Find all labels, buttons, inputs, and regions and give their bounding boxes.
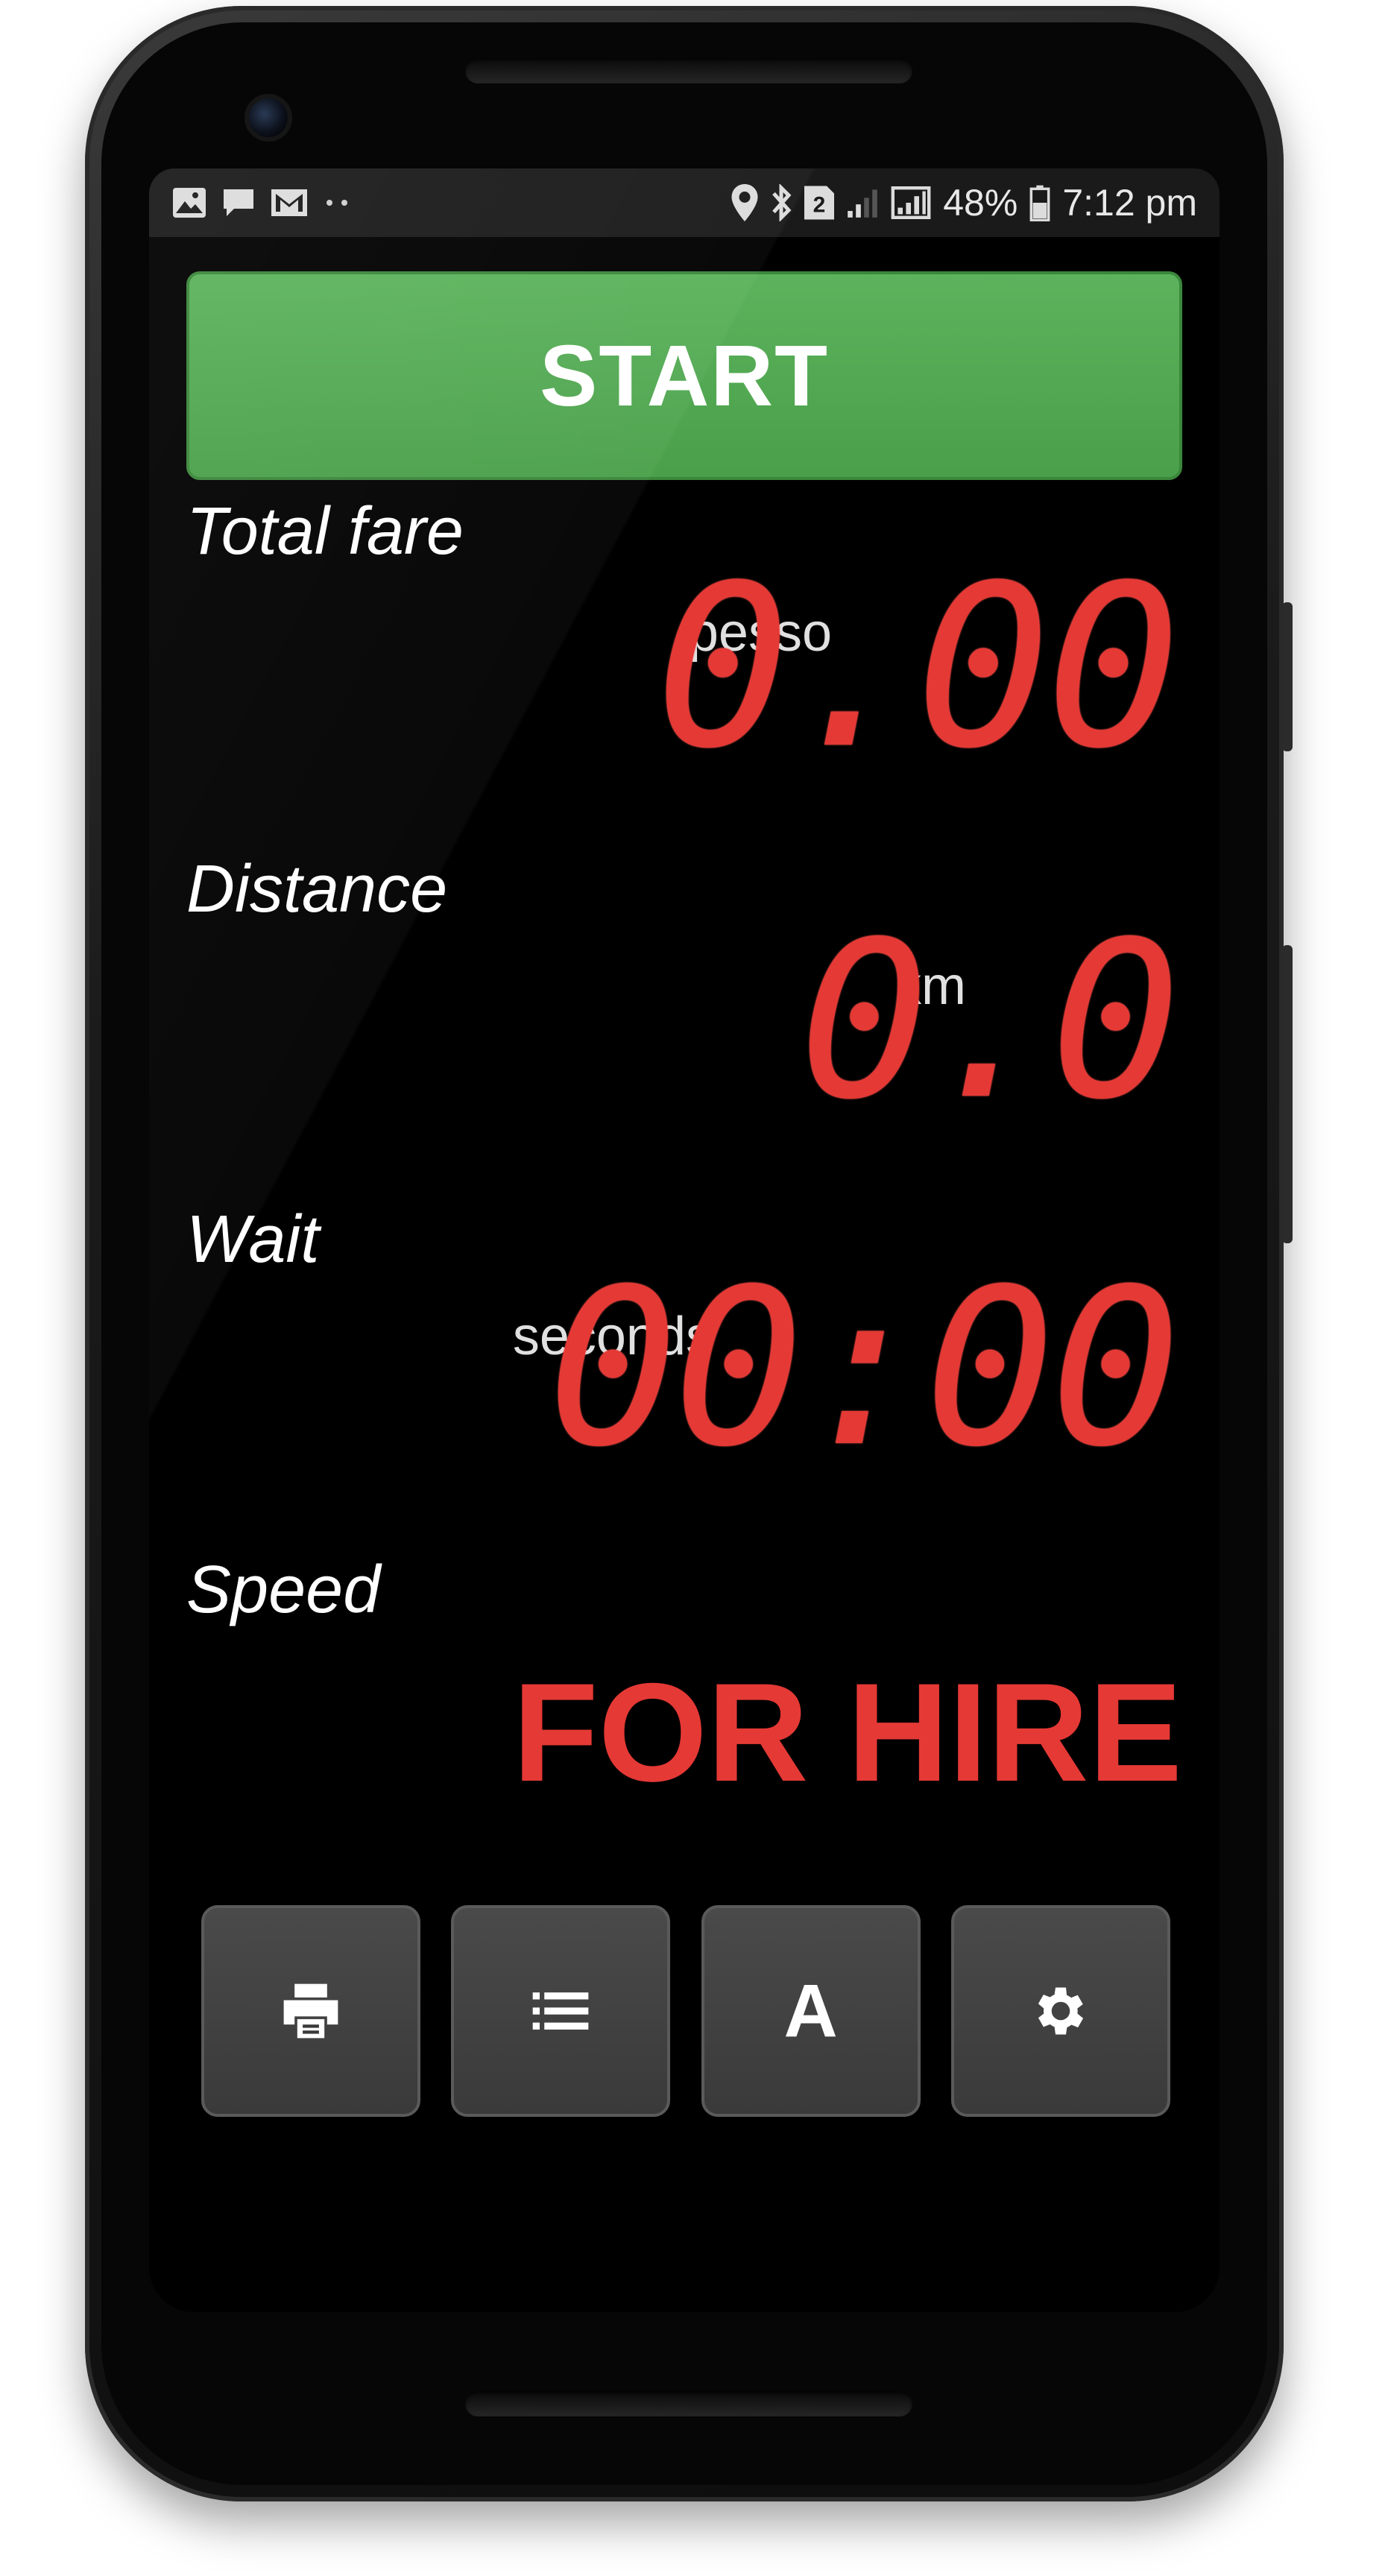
battery-percent: 48% (943, 182, 1018, 224)
message-icon (221, 186, 256, 219)
wait-label: Wait (186, 1202, 320, 1277)
font-button[interactable]: A (701, 1905, 921, 2117)
list-button[interactable] (451, 1905, 671, 2117)
distance-value: 0.0 (799, 896, 1181, 1147)
location-icon (731, 184, 758, 221)
print-icon (283, 1983, 338, 2039)
hire-status: FOR HIRE (512, 1654, 1182, 1811)
total-fare-label: Total fare (186, 494, 464, 569)
clock: 7:12 pm (1062, 182, 1197, 224)
font-icon: A (783, 1969, 838, 2053)
print-button[interactable] (201, 1905, 420, 2117)
start-button[interactable]: START (186, 271, 1182, 480)
speed-label: Speed (186, 1553, 381, 1627)
bottom-speaker (465, 2391, 912, 2416)
settings-button[interactable] (950, 1905, 1170, 2117)
volume-button (1282, 602, 1293, 751)
signal-weak-icon (846, 186, 879, 219)
signal-icon (891, 186, 931, 219)
wait-value: 00:00 (548, 1243, 1181, 1494)
gallery-icon (171, 186, 207, 219)
power-button (1282, 945, 1293, 1243)
app-screen: 2 48% 7:12 pm START Total fare pesso 0.0… (149, 168, 1220, 2312)
bluetooth-icon (770, 184, 792, 221)
status-bar: 2 48% 7:12 pm (149, 168, 1220, 237)
sim-2-icon: 2 (804, 186, 835, 220)
list-icon (532, 1992, 589, 2030)
fare-value: 0.00 (655, 537, 1181, 798)
front-camera (244, 94, 292, 142)
more-dots-icon (322, 195, 352, 210)
svg-text:2: 2 (813, 193, 826, 218)
settings-gear-icon (1038, 1987, 1084, 2035)
battery-icon (1029, 184, 1050, 221)
top-speaker (465, 58, 912, 83)
distance-label: Distance (186, 852, 448, 926)
bottom-toolbar: A (201, 1905, 1170, 2117)
gmail-icon (270, 186, 309, 219)
